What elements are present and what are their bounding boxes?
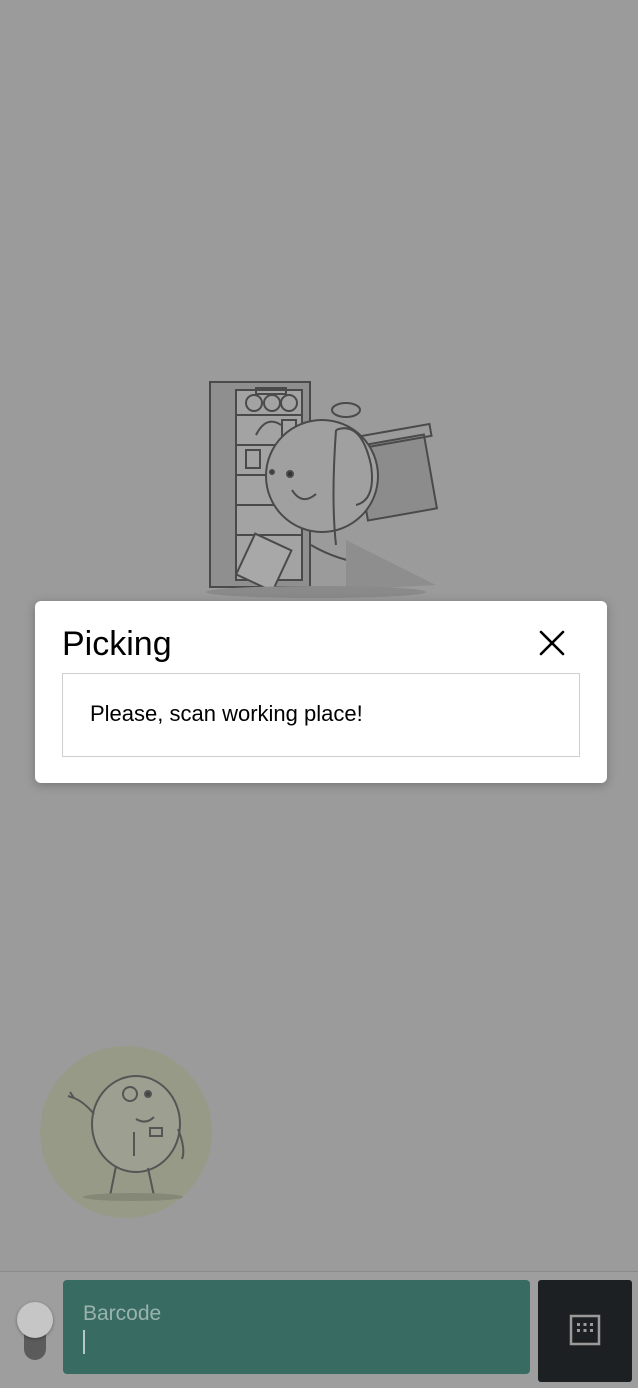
dialog-message-box: Please, scan working place! bbox=[62, 673, 580, 757]
dialog-message: Please, scan working place! bbox=[90, 701, 363, 726]
scanner-bar: Barcode bbox=[0, 1271, 638, 1388]
close-button[interactable] bbox=[537, 628, 567, 658]
barcode-input[interactable]: Barcode bbox=[63, 1280, 530, 1374]
text-cursor bbox=[83, 1330, 85, 1354]
picking-dialog: Picking Please, scan working place! bbox=[35, 601, 607, 783]
barcode-label: Barcode bbox=[83, 1302, 162, 1325]
screen: Picking Please, scan working place! Barc… bbox=[0, 0, 638, 1388]
toggle-knob bbox=[17, 1302, 53, 1338]
mascot-illustration bbox=[40, 1046, 212, 1218]
picking-illustration bbox=[206, 381, 439, 598]
keyboard-button[interactable] bbox=[538, 1280, 632, 1382]
keyboard-icon bbox=[569, 1314, 601, 1346]
scanner-toggle[interactable] bbox=[17, 1302, 53, 1360]
close-icon bbox=[539, 630, 565, 656]
dialog-title: Picking bbox=[62, 625, 172, 663]
